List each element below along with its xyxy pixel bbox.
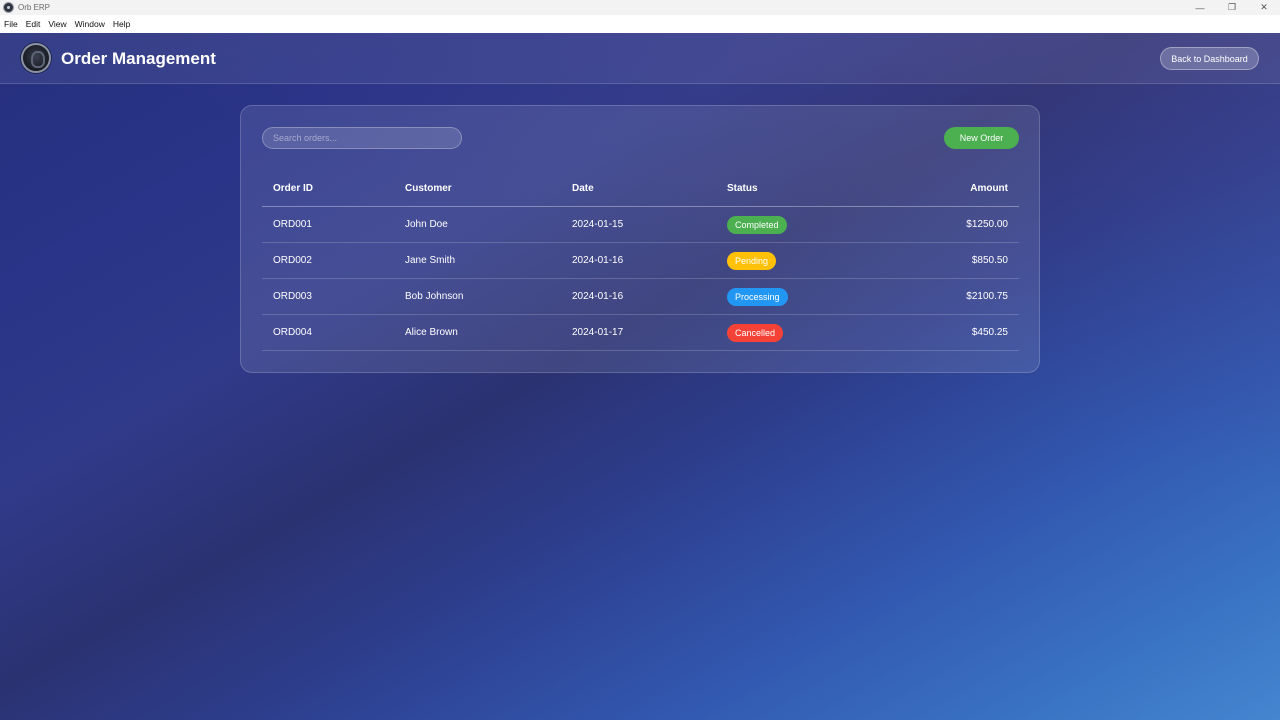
table-row[interactable]: ORD002 Jane Smith 2024-01-16 Pending $85… bbox=[262, 243, 1019, 279]
window-title: Orb ERP bbox=[18, 3, 51, 12]
status-badge: Pending bbox=[727, 252, 777, 270]
date-cell: 2024-01-16 bbox=[572, 255, 624, 266]
amount-cell: $1250.00 bbox=[966, 219, 1008, 230]
column-header-status[interactable]: Status bbox=[727, 183, 758, 194]
orders-table: Order ID Customer Date Status Amount ORD… bbox=[262, 172, 1019, 351]
table-header: Order ID Customer Date Status Amount bbox=[262, 172, 1019, 207]
order-id-cell: ORD002 bbox=[273, 255, 312, 266]
status-badge: Processing bbox=[727, 288, 788, 306]
window-controls: — ❐ ✕ bbox=[1184, 0, 1280, 15]
menu-bar: File Edit View Window Help bbox=[0, 15, 1280, 33]
app-header: Order Management Back to Dashboard bbox=[0, 33, 1280, 84]
orb-logo-icon bbox=[21, 43, 51, 73]
status-badge: Completed bbox=[727, 216, 787, 234]
orders-card: New Order Order ID Customer Date Status … bbox=[240, 105, 1040, 373]
amount-cell: $450.25 bbox=[971, 327, 1008, 338]
column-header-date[interactable]: Date bbox=[572, 183, 594, 194]
window-titlebar: Orb ERP — ❐ ✕ bbox=[0, 0, 1280, 15]
menu-file[interactable]: File bbox=[4, 19, 18, 29]
table-row[interactable]: ORD004 Alice Brown 2024-01-17 Cancelled … bbox=[262, 315, 1019, 351]
menu-edit[interactable]: Edit bbox=[26, 19, 41, 29]
menu-help[interactable]: Help bbox=[113, 19, 130, 29]
customer-cell: John Doe bbox=[405, 219, 448, 230]
column-header-customer[interactable]: Customer bbox=[405, 183, 452, 194]
column-header-amount[interactable]: Amount bbox=[970, 183, 1008, 194]
order-id-cell: ORD001 bbox=[273, 219, 312, 230]
column-header-order-id[interactable]: Order ID bbox=[273, 183, 313, 194]
date-cell: 2024-01-16 bbox=[572, 291, 624, 302]
close-icon[interactable]: ✕ bbox=[1248, 0, 1280, 15]
customer-cell: Jane Smith bbox=[405, 255, 456, 266]
date-cell: 2024-01-15 bbox=[572, 219, 624, 230]
order-id-cell: ORD004 bbox=[273, 327, 312, 338]
app-content: Order Management Back to Dashboard New O… bbox=[0, 33, 1280, 720]
maximize-icon[interactable]: ❐ bbox=[1216, 0, 1248, 15]
page-title: Order Management bbox=[61, 49, 216, 68]
customer-cell: Alice Brown bbox=[405, 327, 458, 338]
search-input[interactable] bbox=[262, 127, 462, 149]
minimize-icon[interactable]: — bbox=[1184, 0, 1216, 15]
menu-window[interactable]: Window bbox=[75, 19, 105, 29]
order-id-cell: ORD003 bbox=[273, 291, 312, 302]
date-cell: 2024-01-17 bbox=[572, 327, 624, 338]
amount-cell: $2100.75 bbox=[966, 291, 1008, 302]
back-to-dashboard-button[interactable]: Back to Dashboard bbox=[1160, 47, 1259, 70]
status-badge: Cancelled bbox=[727, 324, 784, 342]
app-logo-icon bbox=[3, 2, 14, 13]
customer-cell: Bob Johnson bbox=[405, 291, 464, 302]
menu-view[interactable]: View bbox=[48, 19, 66, 29]
table-row[interactable]: ORD003 Bob Johnson 2024-01-16 Processing… bbox=[262, 279, 1019, 315]
amount-cell: $850.50 bbox=[971, 255, 1008, 266]
table-row[interactable]: ORD001 John Doe 2024-01-15 Completed $12… bbox=[262, 207, 1019, 243]
new-order-button[interactable]: New Order bbox=[944, 127, 1019, 149]
